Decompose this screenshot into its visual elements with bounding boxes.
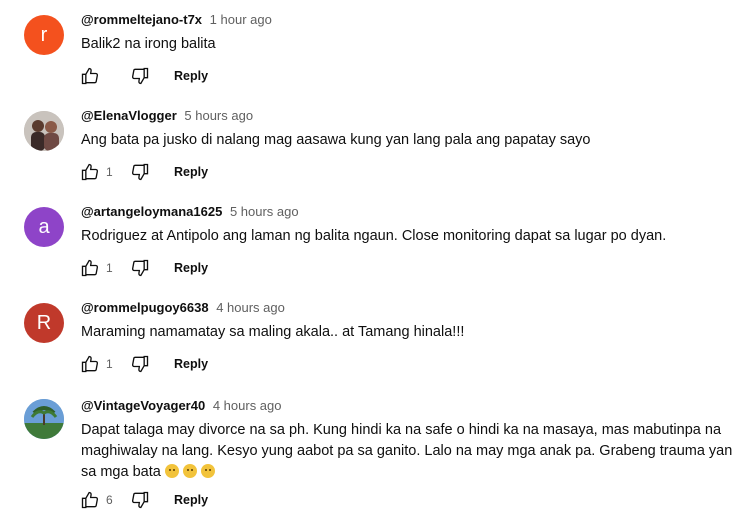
comment-text: Rodriguez at Antipolo ang laman ng balit… — [81, 228, 667, 244]
like-icon[interactable] — [80, 490, 100, 510]
comment-text: Dapat talaga may divorce na sa ph. Kung … — [81, 420, 741, 483]
comment-text: Ang bata pa jusko di nalang mag aasawa k… — [81, 132, 591, 148]
avatar[interactable]: a — [24, 207, 64, 247]
comment-header: @ElenaVlogger 5 hours ago — [81, 108, 253, 123]
dislike-icon[interactable] — [130, 490, 150, 510]
avatar[interactable] — [24, 111, 64, 151]
comment-author[interactable]: @VintageVoyager40 — [81, 398, 205, 413]
comment-author[interactable]: @ElenaVlogger — [81, 108, 177, 123]
avatar[interactable] — [24, 399, 64, 439]
like-icon[interactable] — [80, 354, 100, 374]
like-count: 1 — [106, 357, 113, 371]
avatar-letter: r — [40, 23, 48, 46]
comment-time[interactable]: 4 hours ago — [213, 398, 282, 413]
avatar[interactable]: R — [24, 303, 64, 343]
like-icon[interactable] — [80, 258, 100, 278]
like-count: 1 — [106, 261, 113, 275]
comment-header: @rommeltejano-t7x 1 hour ago — [81, 12, 272, 27]
comment-time[interactable]: 5 hours ago — [230, 204, 299, 219]
comment-text: Maraming namamatay sa maling akala.. at … — [81, 324, 465, 340]
reply-button[interactable]: Reply — [174, 69, 208, 83]
avatar-photo — [24, 399, 64, 439]
avatar-photo — [24, 111, 64, 151]
comment-time[interactable]: 1 hour ago — [210, 12, 272, 27]
reply-button[interactable]: Reply — [174, 165, 208, 179]
dislike-icon[interactable] — [130, 66, 150, 86]
comment-actions: Reply — [80, 64, 208, 88]
comment-time[interactable]: 4 hours ago — [216, 300, 285, 315]
like-count: 6 — [106, 493, 113, 507]
comment-header: @VintageVoyager40 4 hours ago — [81, 398, 282, 413]
like-icon[interactable] — [80, 66, 100, 86]
comment-author[interactable]: @rommeltejano-t7x — [81, 12, 202, 27]
comment-header: @rommelpugoy6638 4 hours ago — [81, 300, 285, 315]
reply-button[interactable]: Reply — [174, 493, 208, 507]
reply-button[interactable]: Reply — [174, 261, 208, 275]
comment-actions: 6 Reply — [80, 488, 208, 512]
avatar-letter: a — [38, 215, 50, 238]
dislike-icon[interactable] — [130, 162, 150, 182]
reply-button[interactable]: Reply — [174, 357, 208, 371]
avatar[interactable]: r — [24, 15, 64, 55]
sad-emoji-icon — [200, 464, 215, 478]
sad-emoji-icon — [164, 464, 179, 478]
comment-header: @artangeloymana1625 5 hours ago — [81, 204, 299, 219]
comment-actions: 1 Reply — [80, 160, 208, 184]
comment-author[interactable]: @rommelpugoy6638 — [81, 300, 209, 315]
like-icon[interactable] — [80, 162, 100, 182]
comment-author[interactable]: @artangeloymana1625 — [81, 204, 222, 219]
comment-text: Balik2 na irong balita — [81, 36, 216, 52]
avatar-letter: R — [36, 311, 52, 334]
dislike-icon[interactable] — [130, 354, 150, 374]
sad-emoji-icon — [182, 464, 197, 478]
dislike-icon[interactable] — [130, 258, 150, 278]
like-count: 1 — [106, 165, 113, 179]
comment-actions: 1 Reply — [80, 256, 208, 280]
comment-actions: 1 Reply — [80, 352, 208, 376]
comment-time[interactable]: 5 hours ago — [184, 108, 253, 123]
